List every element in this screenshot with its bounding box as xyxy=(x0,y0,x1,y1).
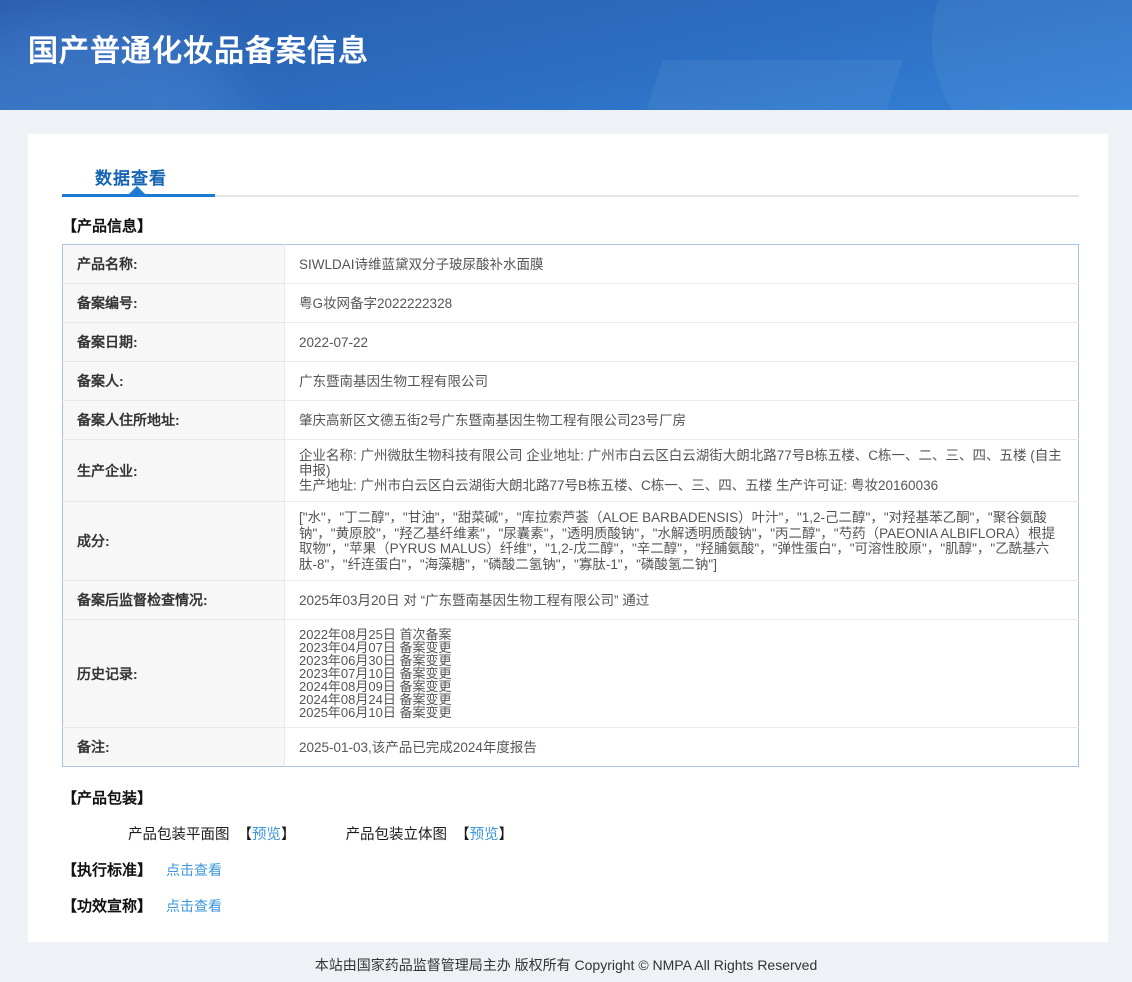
row-label: 成分: xyxy=(63,502,285,581)
standard-row: 【执行标准】 点击查看 xyxy=(62,859,1079,880)
section-product-info: 【产品信息】 xyxy=(62,215,1079,236)
tab-bar: 数据查看 xyxy=(62,164,1079,197)
row-label: 备案人: xyxy=(63,362,285,401)
page-title: 国产普通化妆品备案信息 xyxy=(0,0,1132,70)
section-efficacy: 【功效宣称】 xyxy=(62,895,152,916)
row-value: 企业名称: 广州微肽生物科技有限公司 企业地址: 广州市白云区白云湖街大朗北路7… xyxy=(285,440,1079,502)
row-value: 2025年03月20日 对 “广东暨南基因生物工程有限公司” 通过 xyxy=(285,581,1079,620)
table-row-product-name: 产品名称: SIWLDAI诗维蓝黛双分子玻尿酸补水面膜 xyxy=(63,245,1079,284)
row-label: 备注: xyxy=(63,728,285,767)
page-footer: 本站由国家药品监督管理局主办 版权所有 Copyright © NMPA All… xyxy=(0,942,1132,982)
table-row-history: 历史记录: 2022年08月25日 首次备案 2023年04月07日 备案变更 … xyxy=(63,620,1079,728)
packaging-3d-label: 产品包装立体图 xyxy=(346,827,448,843)
efficacy-view-link[interactable]: 点击查看 xyxy=(166,896,222,916)
preview-3d-link[interactable]: 预览 xyxy=(470,827,499,843)
packaging-flat-label: 产品包装平面图 xyxy=(128,827,230,843)
row-value: ["水"，"丁二醇"，"甘油"，"甜菜碱"，"库拉索芦荟（ALOE BARBAD… xyxy=(285,502,1079,581)
row-value: 2022-07-22 xyxy=(285,323,1079,362)
row-value: SIWLDAI诗维蓝黛双分子玻尿酸补水面膜 xyxy=(285,245,1079,284)
table-row-filing-date: 备案日期: 2022-07-22 xyxy=(63,323,1079,362)
footer-text: 本站由国家药品监督管理局主办 版权所有 Copyright © NMPA All… xyxy=(315,957,817,973)
row-value: 肇庆高新区文德五街2号广东暨南基因生物工程有限公司23号厂房 xyxy=(285,401,1079,440)
table-row-ingredients: 成分: ["水"，"丁二醇"，"甘油"，"甜菜碱"，"库拉索芦荟（ALOE BA… xyxy=(63,502,1079,581)
product-info-table: 产品名称: SIWLDAI诗维蓝黛双分子玻尿酸补水面膜 备案编号: 粤G妆网备字… xyxy=(62,244,1079,767)
row-value: 2025-01-03,该产品已完成2024年度报告 xyxy=(285,728,1079,767)
row-label: 生产企业: xyxy=(63,440,285,502)
preview-flat-link[interactable]: 预览 xyxy=(252,827,281,843)
row-label: 备案日期: xyxy=(63,323,285,362)
manufacturer-line: 生产地址: 广州市白云区白云湖街大朗北路77号B栋五楼、C栋一、三、四、五楼 生… xyxy=(299,478,1064,493)
history-line: 2025年06月10日 备案变更 xyxy=(299,706,1064,719)
packaging-item-3d: 产品包装立体图 【预览】 xyxy=(346,823,514,844)
row-value: 粤G妆网备字2022222328 xyxy=(285,284,1079,323)
page-banner: 国产普通化妆品备案信息 xyxy=(0,0,1132,110)
row-label: 备案人住所地址: xyxy=(63,401,285,440)
row-label: 备案后监督检查情况: xyxy=(63,581,285,620)
packaging-item-flat: 产品包装平面图 【预览】 xyxy=(128,823,296,844)
table-row-filing-number: 备案编号: 粤G妆网备字2022222328 xyxy=(63,284,1079,323)
table-row-manufacturer: 生产企业: 企业名称: 广州微肽生物科技有限公司 企业地址: 广州市白云区白云湖… xyxy=(63,440,1079,502)
manufacturer-line: 企业名称: 广州微肽生物科技有限公司 企业地址: 广州市白云区白云湖街大朗北路7… xyxy=(299,448,1064,478)
row-label: 备案编号: xyxy=(63,284,285,323)
tab-active-underline xyxy=(62,194,215,197)
standard-view-link[interactable]: 点击查看 xyxy=(166,860,222,880)
table-row-supervision: 备案后监督检查情况: 2025年03月20日 对 “广东暨南基因生物工程有限公司… xyxy=(63,581,1079,620)
content-card: 数据查看 【产品信息】 产品名称: SIWLDAI诗维蓝黛双分子玻尿酸补水面膜 … xyxy=(28,134,1108,942)
row-value: 广东暨南基因生物工程有限公司 xyxy=(285,362,1079,401)
section-standard: 【执行标准】 xyxy=(62,859,152,880)
section-packaging: 【产品包装】 xyxy=(62,787,1079,808)
bracket-open: 【 xyxy=(238,827,253,843)
bracket-close: 】 xyxy=(499,827,514,843)
efficacy-row: 【功效宣称】 点击查看 xyxy=(62,895,1079,916)
table-row-remarks: 备注: 2025-01-03,该产品已完成2024年度报告 xyxy=(63,728,1079,767)
bracket-close: 】 xyxy=(281,827,296,843)
row-label: 历史记录: xyxy=(63,620,285,728)
row-label: 产品名称: xyxy=(63,245,285,284)
tab-caret-icon xyxy=(129,186,145,194)
row-value: 2022年08月25日 首次备案 2023年04月07日 备案变更 2023年0… xyxy=(285,620,1079,728)
table-row-filer-address: 备案人住所地址: 肇庆高新区文德五街2号广东暨南基因生物工程有限公司23号厂房 xyxy=(63,401,1079,440)
packaging-items: 产品包装平面图 【预览】 产品包装立体图 【预览】 xyxy=(62,823,1079,844)
table-row-filer: 备案人: 广东暨南基因生物工程有限公司 xyxy=(63,362,1079,401)
bracket-open: 【 xyxy=(455,827,470,843)
